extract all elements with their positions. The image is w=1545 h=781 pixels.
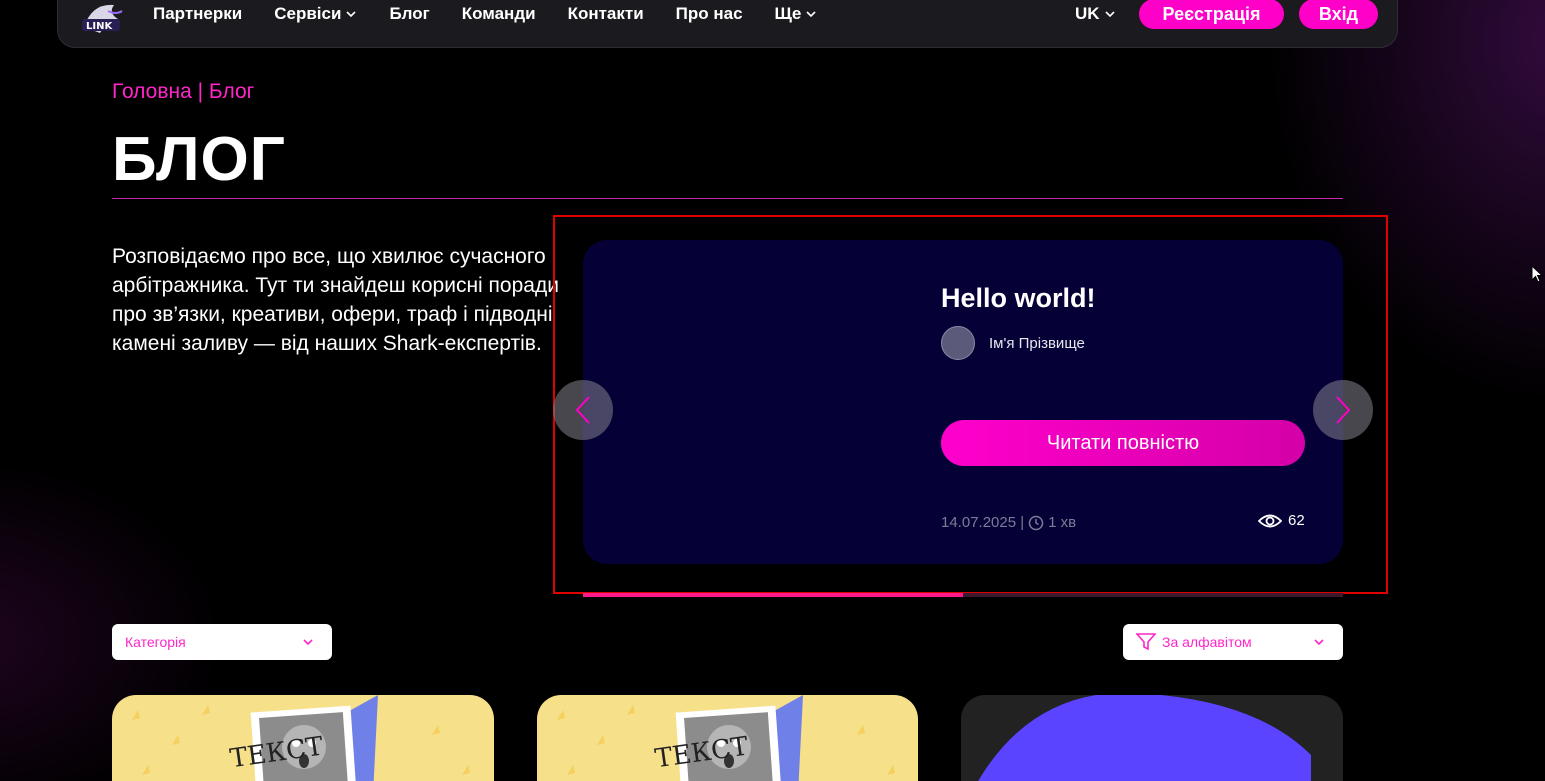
- post-date: 14.07.2025 |: [941, 514, 1025, 531]
- chevron-left-icon: [575, 396, 590, 424]
- chevron-down-icon: [1104, 11, 1115, 18]
- nav-item-label: Ще: [774, 4, 802, 23]
- logo-text: LINK: [86, 21, 113, 32]
- sort-select-label: За алфавітом: [1162, 634, 1252, 650]
- sort-select[interactable]: За алфавітом: [1123, 624, 1343, 660]
- shark-logo-icon[interactable]: LINK: [78, 0, 130, 37]
- chevron-down-icon: [806, 11, 816, 18]
- nav-item-teams[interactable]: Команди: [462, 4, 536, 24]
- post-views: 62: [1258, 512, 1305, 529]
- nav-item-label: Про нас: [675, 4, 743, 23]
- nav-item-label: Команди: [461, 4, 536, 23]
- category-select-label: Категорія: [125, 634, 186, 650]
- chevron-down-icon: [1314, 639, 1324, 646]
- nav-item-label: Сервіси: [274, 4, 342, 23]
- chevron-right-icon: [1336, 396, 1351, 424]
- card-image: ТЕКСТ: [557, 695, 895, 781]
- eye-icon: [1258, 514, 1282, 527]
- post-title[interactable]: Hello world!: [941, 283, 1096, 314]
- intro-text: Розповідаємо про все, що хвилює сучасног…: [112, 245, 559, 355]
- nav-item-blog[interactable]: Блог: [389, 4, 429, 24]
- nav-item-more[interactable]: Ще: [775, 4, 818, 24]
- read-time: 1 хв: [1048, 514, 1077, 531]
- card-image: ТЕКСТ: [132, 695, 470, 781]
- nav-item-label: Партнерки: [153, 4, 243, 23]
- register-button[interactable]: Реєстрація: [1139, 0, 1284, 29]
- clock-icon: [1028, 515, 1044, 530]
- blog-card[interactable]: ТЕКСТ: [537, 695, 918, 781]
- breadcrumb[interactable]: Головна | Блог: [112, 80, 254, 104]
- slider-next-button[interactable]: [1313, 380, 1373, 440]
- nav-item-label: Блог: [389, 4, 430, 23]
- read-more-button[interactable]: Читати повністю: [941, 420, 1305, 466]
- nav-item-services[interactable]: Сервіси: [274, 4, 357, 24]
- category-select[interactable]: Категорія: [112, 624, 332, 660]
- blog-card[interactable]: [961, 695, 1343, 781]
- post-meta: 14.07.2025 | 1 хв: [941, 514, 1076, 531]
- mouse-cursor-icon: [1531, 265, 1543, 283]
- nav-item-partners[interactable]: Партнерки: [153, 4, 242, 24]
- title-divider: [112, 198, 1343, 199]
- top-navbar: LINK Партнерки Сервіси Блог Команди Конт…: [57, 0, 1398, 48]
- nav-item-contacts[interactable]: Контакти: [568, 4, 644, 24]
- blog-card[interactable]: ТЕКСТ: [112, 695, 494, 781]
- views-count: 62: [1288, 512, 1305, 529]
- language-selector[interactable]: UK: [1075, 4, 1116, 24]
- chevron-down-icon: [303, 639, 313, 646]
- slider-prev-button[interactable]: [553, 380, 613, 440]
- slider-progress-track: [583, 593, 1343, 597]
- page-title: БЛОГ: [112, 125, 286, 194]
- login-button[interactable]: Вхід: [1299, 0, 1378, 29]
- featured-post-slide[interactable]: Hello world! Ім'я Прізвище Читати повніс…: [583, 240, 1343, 564]
- language-label: UK: [1075, 4, 1100, 23]
- nav-item-label: Контакти: [567, 4, 644, 23]
- nav-links: Партнерки Сервіси Блог Команди Контакти …: [153, 4, 849, 24]
- avatar: [941, 326, 975, 360]
- chevron-down-icon: [346, 11, 357, 18]
- author-name: Ім'я Прізвище: [989, 335, 1085, 352]
- filter-icon: [1136, 633, 1156, 651]
- card-image: [978, 695, 1311, 781]
- slider-progress-fill: [583, 593, 963, 597]
- nav-item-about[interactable]: Про нас: [676, 4, 743, 24]
